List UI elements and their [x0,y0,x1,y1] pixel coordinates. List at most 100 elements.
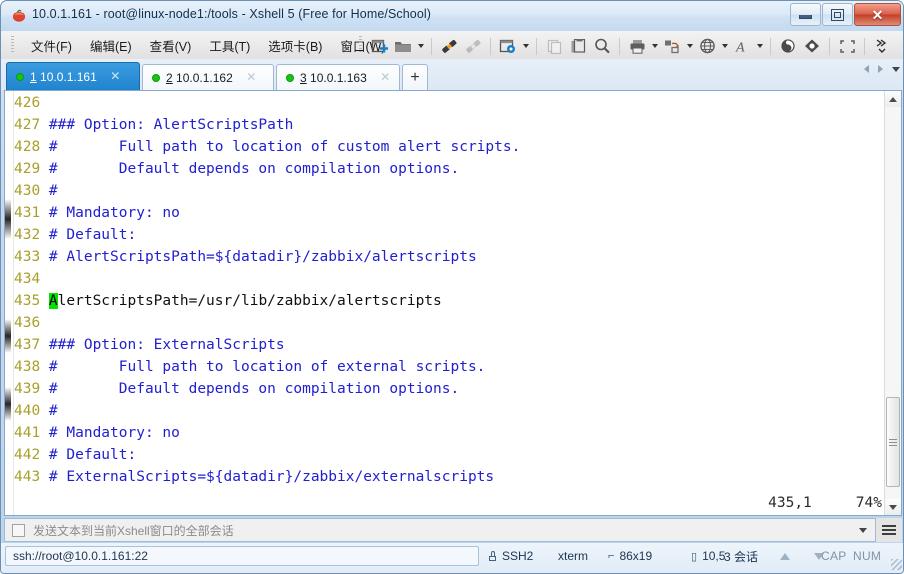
tab-10-0-1-161[interactable]: 1 10.0.1.161 ✕ [6,62,140,90]
terminal-panel[interactable]: 426 427 ### Option: AlertScriptsPath 428 … [4,90,902,516]
terminal-line: 436 [14,312,884,334]
toolbar-separator [490,37,491,55]
terminal-scrollbar[interactable] [884,91,901,515]
toolbar-gripper[interactable] [359,36,362,54]
tab-10-0-1-162[interactable]: 2 10.0.1.162 ✕ [142,64,274,90]
line-number: 439 [14,381,49,397]
status-bar: ssh://root@10.0.1.161:22 SSH2 xterm ⌐ 86… [1,543,903,573]
terminal-size-label: 86x19 [619,549,653,563]
terminal-line: 439 # Default depends on compilation opt… [14,378,884,400]
copy-icon [542,35,566,57]
toolbar-separator [864,37,865,55]
num-lock-indicator: NUM [853,549,882,563]
line-number: 435 [14,293,49,309]
transfer-file-icon[interactable] [660,35,684,57]
open-session-dropdown-icon[interactable] [415,35,426,57]
window-controls: ✕ [789,3,901,26]
protocol-label: SSH2 [502,549,534,563]
line-number: 443 [14,469,49,485]
encoding-dropdown-icon[interactable] [719,35,730,57]
menu-tools[interactable]: 工具(T) [200,33,259,58]
toolbar-overflow-icon[interactable] [870,35,894,57]
tab-close-icon[interactable]: ✕ [109,70,122,83]
scrollbar-thumb[interactable] [886,397,900,487]
session-properties-dropdown-icon[interactable] [520,35,531,57]
new-tab-button[interactable]: + [402,64,428,90]
cursor-coords: 10,5 [702,549,726,563]
title-bar: 10.0.1.161 - root@linux-node1:/tools - X… [1,1,903,32]
xshell-compose-icon[interactable] [800,35,824,57]
terminal-line: 438 # Full path to location of external … [14,356,884,378]
window-title: 10.0.1.161 - root@linux-node1:/tools - X… [32,7,432,21]
font-dropdown-icon[interactable] [754,35,765,57]
send-history-dropdown-icon[interactable] [859,528,867,533]
tab-close-icon[interactable]: ✕ [379,71,392,84]
send-options-menu-button[interactable] [876,518,902,542]
open-session-folder-icon[interactable] [391,35,415,57]
tab-navigation [864,65,900,73]
send-command-input[interactable]: 发送文本到当前Xshell窗口的全部会话 [4,518,876,542]
terminal-text: # Default depends on compilation options… [48,161,460,177]
upload-arrow-icon [780,552,790,560]
minimize-icon [799,15,812,19]
menu-edit[interactable]: 编辑(E) [81,33,141,58]
disconnect-icon [461,35,485,57]
terminal-line: 440 # [14,400,884,422]
close-button[interactable]: ✕ [854,3,901,26]
scroll-tabs-left-icon[interactable] [864,65,869,73]
terminal-line: 432 # Default: [14,224,884,246]
tab-label: 3 10.0.1.163 [300,71,367,85]
tab-10-0-1-163[interactable]: 3 10.0.1.163 ✕ [276,64,400,90]
connect-icon[interactable] [437,35,461,57]
connection-status-icon [286,73,294,82]
new-session-icon[interactable] [367,35,391,57]
connection-status-icon [16,72,24,81]
font-icon[interactable]: A [730,35,754,57]
tab-index: 3 [300,70,307,85]
maximize-button[interactable] [822,3,853,26]
hamburger-menu-icon [882,525,896,535]
terminal-type: xterm [558,549,588,563]
paste-icon[interactable] [566,35,590,57]
fullscreen-icon[interactable] [835,35,859,57]
tab-host: 10.0.1.162 [176,70,233,85]
terminal-text: # Default depends on compilation options… [48,381,460,397]
send-to-all-checkbox[interactable] [12,523,25,537]
session-count: 3 会话 [724,549,759,564]
menu-gripper[interactable] [11,36,14,54]
terminal-line: 427 ### Option: AlertScriptsPath [14,114,884,136]
protocol-indicator: SSH2 [488,546,533,566]
scroll-tabs-right-icon[interactable] [878,65,883,73]
menu-view[interactable]: 查看(V) [141,33,201,58]
chevron-down-icon [889,504,897,510]
line-number: 431 [14,205,49,221]
line-number: 436 [14,315,49,331]
scroll-up-button[interactable] [885,91,901,107]
tab-strip: 1 10.0.1.161 ✕ 2 10.0.1.162 ✕ 3 10.0.1.1… [6,61,428,90]
cursor-position-icon: ▯ [691,550,698,563]
terminal-line: 437 ### Option: ExternalScripts [14,334,884,356]
menu-tab[interactable]: 选项卡(B) [259,33,331,58]
print-dropdown-icon[interactable] [649,35,660,57]
print-icon[interactable] [625,35,649,57]
line-number: 429 [14,161,49,177]
menu-file[interactable]: 文件(F) [22,33,81,58]
scroll-down-button[interactable] [885,499,901,515]
find-icon[interactable] [590,35,614,57]
terminal-text: # Full path to location of external scri… [48,359,486,375]
line-number: 433 [14,249,49,265]
line-number: 427 [14,117,49,133]
toolbar-separator [536,37,537,55]
tab-list-icon[interactable] [892,66,900,72]
tab-close-icon[interactable]: ✕ [245,71,258,84]
toolbar-separator [431,37,432,55]
transfer-file-dropdown-icon[interactable] [684,35,695,57]
minimize-button[interactable] [790,3,821,26]
resize-grip-icon[interactable] [891,559,902,570]
encoding-icon[interactable] [695,35,719,57]
editor-status: 435,1 74% [768,495,882,511]
terminal-text: ### Option: AlertScriptsPath [48,117,294,133]
xftp-icon[interactable] [776,35,800,57]
session-properties-icon[interactable] [496,35,520,57]
cursor-position: 435,1 [768,495,812,511]
